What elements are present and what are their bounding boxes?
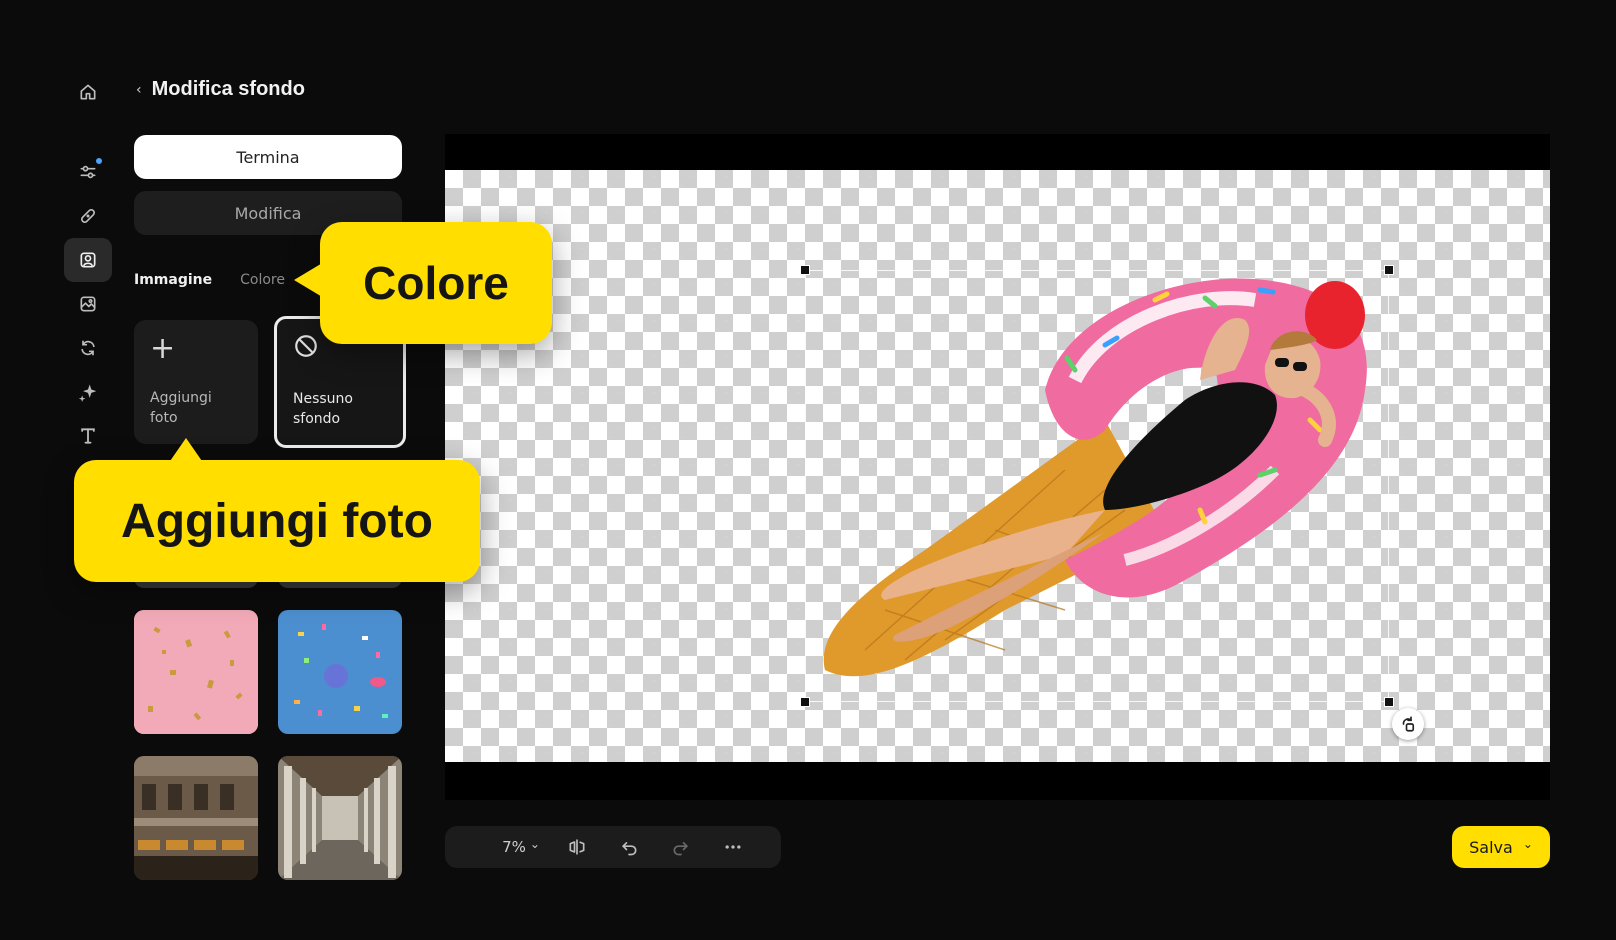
no-background-icon	[295, 335, 317, 357]
flip-button[interactable]	[551, 826, 603, 868]
back-chevron-icon[interactable]: ‹	[136, 82, 142, 98]
resize-handle-bottom-right[interactable]	[1384, 697, 1394, 707]
effects-button[interactable]	[64, 370, 112, 414]
no-background-label: Nessuno sfondo	[293, 391, 353, 427]
retouch-button[interactable]	[64, 194, 112, 238]
resize-handle-top-left[interactable]	[800, 265, 810, 275]
thumbnail-colonnade[interactable]	[278, 756, 402, 880]
home-icon	[80, 84, 96, 100]
image-edit-icon	[80, 296, 96, 312]
panel-header: ‹ Modifica sfondo	[136, 78, 305, 101]
more-horizontal-icon	[725, 845, 741, 849]
chevron-down-icon: ⌄	[1522, 837, 1533, 851]
callout-add-photo-text: Aggiungi foto	[121, 494, 433, 548]
redo-icon	[673, 842, 689, 856]
resize-handle-top-right[interactable]	[1384, 265, 1394, 275]
colonnade-icon	[278, 756, 402, 880]
redo-button[interactable]	[655, 826, 707, 868]
flip-icon	[569, 839, 585, 855]
portrait-icon	[80, 252, 96, 268]
text-button[interactable]	[64, 414, 112, 458]
rotate-icon	[81, 340, 95, 356]
more-options-button[interactable]	[707, 826, 759, 868]
background-tabs: Immagine Colore	[134, 272, 285, 288]
add-photo-card[interactable]: + Aggiungi foto	[134, 320, 258, 444]
selection-box[interactable]	[805, 270, 1389, 702]
tab-color[interactable]: Colore	[240, 272, 285, 288]
save-label: Salva	[1469, 837, 1513, 857]
home-button[interactable]	[64, 70, 112, 114]
text-icon	[81, 428, 95, 444]
sparkle-icon	[78, 384, 97, 402]
save-button[interactable]: Salva ⌄	[1452, 826, 1550, 868]
callout-color-text: Colore	[363, 257, 509, 309]
rotate-icon	[1402, 716, 1415, 732]
finish-button[interactable]: Termina	[134, 135, 402, 179]
bandage-icon	[81, 209, 95, 223]
tab-image[interactable]: Immagine	[134, 272, 212, 288]
callout-color-pointer-icon	[294, 262, 324, 298]
pink-confetti-icon	[134, 610, 258, 734]
notification-dot	[96, 158, 102, 164]
callout-color: Colore	[320, 222, 552, 344]
thumbnail-building[interactable]	[134, 756, 258, 880]
chevron-down-icon: ⌄	[529, 837, 540, 851]
page-title: Modifica sfondo	[151, 78, 305, 100]
callout-add-photo: Aggiungi foto	[74, 460, 480, 582]
undo-button[interactable]	[603, 826, 655, 868]
canvas-toolbar: 7% ⌄	[445, 826, 781, 868]
add-photo-label: Aggiungi foto	[150, 390, 212, 426]
transform-button[interactable]	[64, 326, 112, 370]
zoom-dropdown[interactable]: 7% ⌄	[491, 826, 551, 868]
zoom-value: 7%	[502, 838, 526, 856]
thumbnail-blue-confetti[interactable]	[278, 610, 402, 734]
adjust-button[interactable]	[64, 150, 112, 194]
background-button[interactable]	[64, 238, 112, 282]
undo-icon	[621, 842, 637, 856]
thumbnail-pink-confetti[interactable]	[134, 610, 258, 734]
blue-confetti-icon	[278, 610, 402, 734]
callout-add-photo-pointer-icon	[168, 438, 204, 464]
plus-icon: +	[150, 331, 176, 366]
rotate-handle[interactable]	[1392, 708, 1424, 740]
sliders-icon	[80, 165, 96, 179]
building-facade-icon	[134, 756, 258, 880]
image-edit-button[interactable]	[64, 282, 112, 326]
resize-handle-bottom-left[interactable]	[800, 697, 810, 707]
